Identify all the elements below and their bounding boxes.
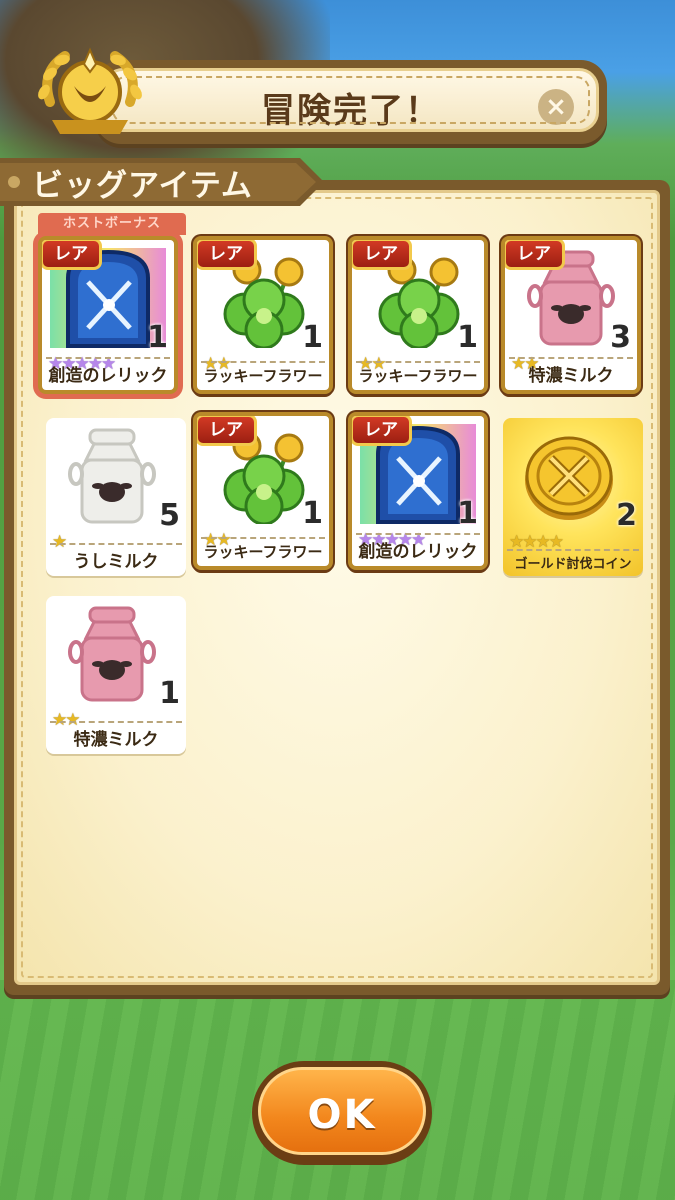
item-card[interactable]: レア 1 ★★★★★ 創造のレリック — [348, 412, 488, 570]
item-count: 5 — [159, 498, 180, 533]
item-count: 3 — [610, 320, 631, 355]
ok-button-face: OK — [258, 1067, 426, 1155]
rare-badge: レア — [197, 240, 257, 270]
header-plate: 冒険完了！ × — [103, 68, 599, 132]
item-count: 1 — [159, 676, 180, 711]
item-card[interactable]: レア 1 ★★ ラッキーフラワー — [348, 236, 488, 394]
item-count: 1 — [147, 320, 168, 355]
laurel-crest-icon — [38, 47, 142, 134]
item-card[interactable]: レア 1 ★★ ラッキーフラワー — [193, 236, 333, 394]
item-name: 特濃ミルク — [509, 357, 633, 386]
section-title: ビッグアイテム — [32, 168, 253, 204]
item-count: 1 — [457, 496, 478, 531]
item-count: 1 — [302, 496, 323, 531]
gold-coin-icon — [511, 426, 627, 526]
item-card[interactable]: レア 3 ★★ 特濃ミルク — [501, 236, 641, 394]
rare-badge: レア — [352, 240, 412, 270]
item-count: 1 — [457, 320, 478, 355]
item-name: ゴールド討伐コイン — [507, 549, 639, 572]
item-name: 創造のレリック — [356, 533, 480, 562]
item-name: ラッキーフラワー — [201, 537, 325, 562]
rare-badge: レア — [42, 240, 102, 270]
close-icon[interactable]: × — [538, 89, 574, 125]
item-card[interactable]: 1 ★★ 特濃ミルク — [46, 596, 186, 754]
result-header: 冒険完了！ × — [95, 60, 607, 144]
header-title: 冒険完了！ — [261, 91, 441, 131]
item-name: ラッキーフラワー — [201, 361, 325, 386]
pink-milk-can-icon — [54, 604, 170, 704]
host-bonus-label: ホストボーナス — [38, 213, 186, 235]
item-card[interactable]: 2 ★★★★ ゴールド討伐コイン — [503, 418, 643, 576]
ok-button-label: OK — [307, 1092, 377, 1138]
item-name: うしミルク — [50, 543, 182, 572]
item-count: 2 — [616, 498, 637, 533]
item-card[interactable]: 5 ★ うしミルク — [46, 418, 186, 576]
item-name: 創造のレリック — [46, 357, 170, 386]
item-name: 特濃ミルク — [50, 721, 182, 750]
rare-badge: レア — [197, 416, 257, 446]
item-card[interactable]: レア 1 ★★★★★ 創造のレリック — [38, 236, 178, 394]
white-milk-can-icon — [54, 426, 170, 526]
item-card[interactable]: レア 1 ★★ ラッキーフラワー — [193, 412, 333, 570]
rare-badge: レア — [505, 240, 565, 270]
rare-badge: レア — [352, 416, 412, 446]
item-count: 1 — [302, 320, 323, 355]
item-name: ラッキーフラワー — [356, 361, 480, 386]
ok-button[interactable]: OK — [252, 1061, 432, 1165]
